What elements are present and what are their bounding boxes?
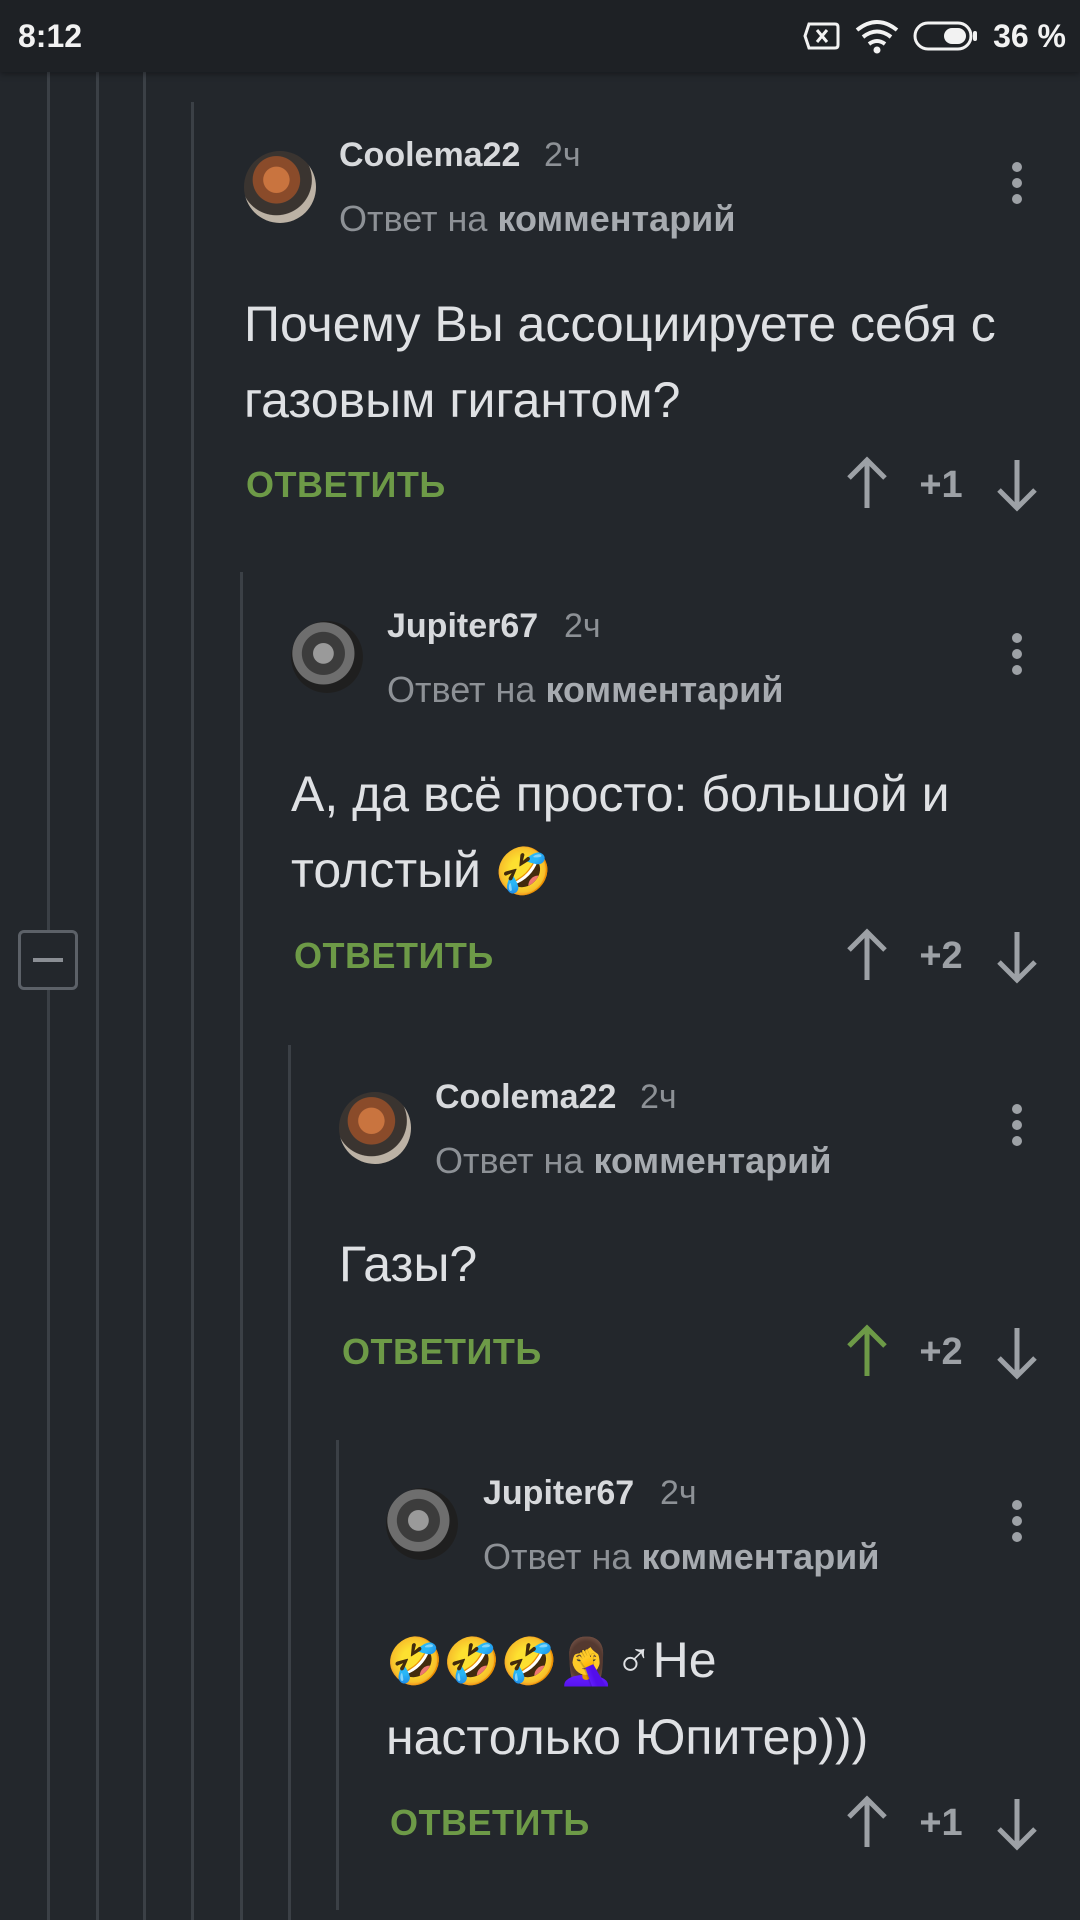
reply-to-prefix: Ответ на <box>483 1536 632 1577</box>
comment-score: +1 <box>919 1802 963 1844</box>
reply-button[interactable]: ОТВЕТИТЬ <box>390 1802 590 1844</box>
comment-time: 2ч <box>660 1474 697 1512</box>
comment-text-line: 🤣🤣🤣🤦‍♀️♂Не <box>386 1622 1046 1699</box>
status-icons: 36 % <box>789 14 1066 58</box>
avatar[interactable] <box>386 1488 458 1560</box>
comment-text: 🤣🤣🤣🤦‍♀️♂Не настолько Юпитер))) <box>386 1622 1046 1775</box>
reply-to-link[interactable]: комментарий <box>641 1536 879 1577</box>
upvote-icon[interactable] <box>843 1795 891 1851</box>
comment-text-part: ♂Не <box>615 1632 717 1688</box>
more-options-icon[interactable] <box>1010 1494 1024 1548</box>
comment: Jupiter67 2ч Ответ на комментарий 🤣🤣🤣🤦‍♀… <box>0 0 1080 1920</box>
wifi-icon <box>855 20 899 54</box>
status-time: 8:12 <box>18 18 83 54</box>
emoji-sequence: 🤣🤣🤣🤦‍♀️ <box>386 1635 616 1687</box>
reply-to: Ответ на комментарий <box>483 1536 879 1578</box>
battery-percentage: 36 % <box>993 17 1066 54</box>
username[interactable]: Jupiter67 <box>483 1474 634 1513</box>
comment-text-line: настолько Юпитер))) <box>386 1709 869 1765</box>
battery-icon <box>913 21 978 51</box>
status-bar: 8:12 36 % <box>0 0 1080 72</box>
sim-off-icon <box>803 22 840 50</box>
screen: 8:12 36 % Coolema22 2ч Ответ на коммента… <box>0 0 1080 1920</box>
downvote-icon[interactable] <box>993 1795 1041 1851</box>
